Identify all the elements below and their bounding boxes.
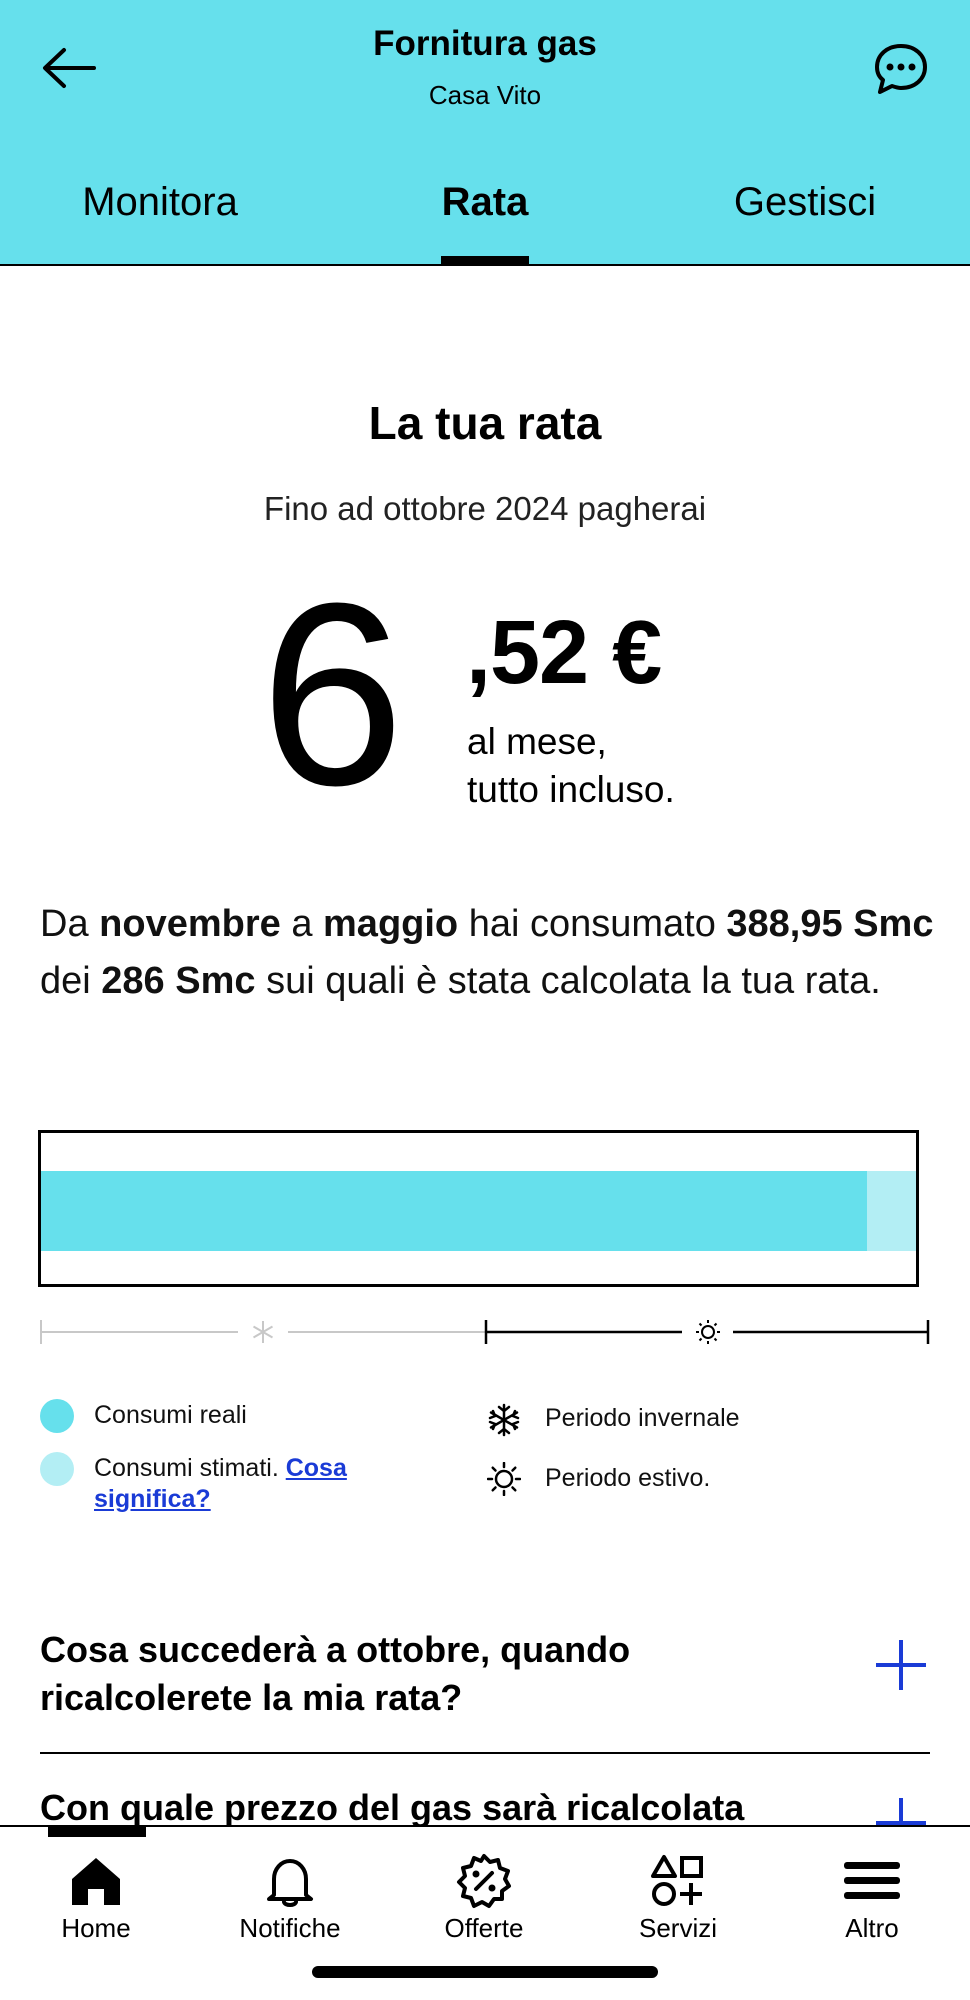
home-icon [72,1858,120,1905]
snowflake-icon [488,1403,520,1437]
nav-home-label: Home [61,1913,131,1943]
estimated-consumption-dot [40,1452,74,1486]
active-tab-indicator [441,256,529,266]
services-grid-icon [651,1855,703,1906]
nav-altro-label: Altro [845,1913,899,1943]
page-title: Fornitura gas [373,24,597,63]
faq-divider [40,1752,930,1754]
tab-rata-label: Rata [441,180,529,224]
rate-amount-integer: 6 [260,550,405,840]
nav-servizi-label: Servizi [638,1913,717,1943]
rate-period-line-1: al mese, [467,721,607,762]
estimated-consumption-fill [867,1171,916,1251]
faq-item[interactable]: Cosa succederà a ottobre, quando ricalco… [40,1626,930,1722]
rate-period-note: al mese, tutto incluso. [467,718,675,814]
tab-monitora[interactable]: Monitora [60,180,260,266]
plus-icon [876,1640,926,1690]
faq-question: Con quale prezzo del gas sarà ricalcolat… [40,1787,745,1825]
nav-home[interactable]: Home [6,1847,186,1957]
desc-text-3: hai consumato [458,903,727,945]
tab-rata[interactable]: Rata [420,180,550,266]
nav-notifiche-label: Notifiche [239,1913,341,1943]
faq-item[interactable]: Con quale prezzo del gas sarà ricalcolat… [40,1784,930,1825]
rate-period-line-2: tutto incluso. [467,769,675,810]
chat-bubble-icon [875,44,927,94]
real-consumption-dot [40,1399,74,1433]
sun-icon [696,1320,720,1344]
sun-icon [487,1462,521,1496]
snowflake-icon [252,1321,274,1343]
desc-text-2: a [280,903,324,945]
rate-title: La tua rata [368,397,602,449]
nav-altro[interactable]: Altro [782,1847,962,1957]
consumption-description: Da novembre a maggio hai consumato 388,9… [40,896,940,1010]
desc-month-from: novembre [99,903,281,945]
desc-text-4: dei [40,960,102,1002]
menu-icon [844,1862,900,1899]
legend-summer: Periodo estivo. [545,1464,711,1492]
bell-icon [267,1859,313,1907]
desc-month-to: maggio [323,903,459,945]
discount-badge-icon [457,1854,511,1908]
active-nav-indicator [48,1827,146,1837]
nav-offerte-label: Offerte [444,1913,524,1943]
legend-winter: Periodo invernale [545,1404,740,1432]
tab-monitora-label: Monitora [82,180,238,224]
tab-gestisci-label: Gestisci [733,180,877,224]
legend-estimated: Consumi stimati. Cosa significa? [94,1453,414,1515]
page-subtitle: Casa Vito [428,80,542,110]
desc-text-5: sui quali è stata calcolata la tua rata. [255,960,881,1002]
consumption-bar [38,1130,919,1287]
faq-question: Cosa succederà a ottobre, quando ricalco… [40,1629,631,1718]
nav-notifiche[interactable]: Notifiche [200,1847,380,1957]
desc-baseline: 286 Smc [101,960,256,1002]
summer-timeline-segment [484,1320,930,1344]
legend-real: Consumi reali [94,1401,247,1429]
nav-offerte[interactable]: Offerte [394,1847,574,1957]
legend-estimated-label: Consumi stimati. [94,1454,279,1482]
chat-button[interactable] [868,38,934,100]
rate-subtitle: Fino ad ottobre 2024 pagherai [263,490,707,527]
app-header: Fornitura gas Casa Vito Monitora Rata Ge… [0,0,970,266]
rate-amount-decimal: ,52 € [466,603,662,703]
desc-consumed: 388,95 Smc [726,903,934,945]
season-timeline [40,1320,930,1344]
real-consumption-fill [41,1171,867,1251]
tab-gestisci[interactable]: Gestisci [720,180,890,266]
home-indicator-bar [312,1966,658,1978]
desc-text-1: Da [40,903,100,945]
nav-servizi[interactable]: Servizi [588,1847,768,1957]
plus-icon [876,1798,926,1825]
